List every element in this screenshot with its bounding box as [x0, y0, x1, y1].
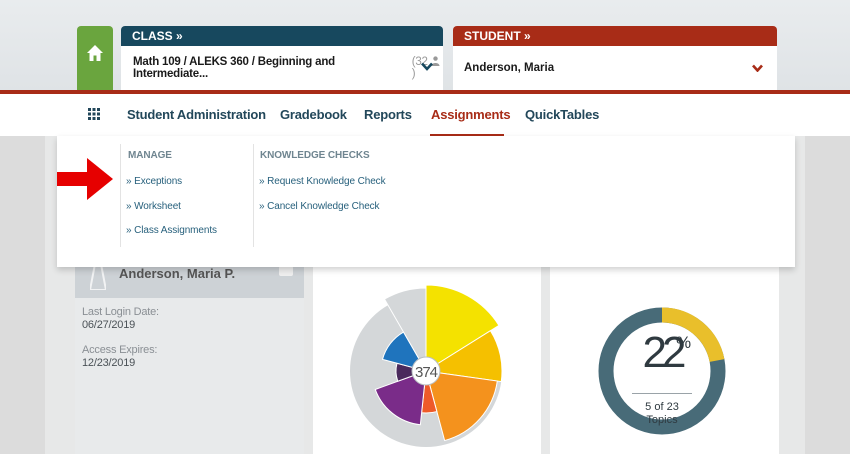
apps-grid-icon[interactable] [88, 108, 100, 120]
nav-assignments[interactable]: Assignments [431, 107, 511, 122]
student-selector[interactable]: STUDENT » Anderson, Maria [453, 26, 777, 90]
home-button[interactable] [77, 26, 113, 90]
pie-wheel-chart[interactable]: 374 [344, 255, 508, 454]
pie-center-value: 374 [415, 364, 438, 381]
main-nav: Student Administration Gradebook Reports… [0, 94, 850, 136]
last-login-label: Last Login Date: [82, 306, 159, 318]
request-knowledge-check-link[interactable]: » Request Knowledge Check [259, 176, 386, 187]
red-arrow-icon [57, 158, 113, 200]
student-tab-title: STUDENT » [453, 26, 777, 46]
exceptions-link[interactable]: » Exceptions [126, 176, 182, 187]
class-tab-title: CLASS » [121, 26, 443, 46]
student-full-name: Anderson, Maria P. [119, 266, 236, 281]
topics-label: Topics [646, 414, 678, 426]
nav-reports[interactable]: Reports [364, 107, 412, 122]
nav-gradebook[interactable]: Gradebook [280, 107, 347, 122]
class-name: Math 109 / ALEKS 360 / Beginning and Int… [133, 56, 335, 80]
card-menu-icon[interactable] [279, 266, 293, 276]
class-selector[interactable]: CLASS » Math 109 / ALEKS 360 / Beginning… [121, 26, 443, 90]
class-assignments-link[interactable]: » Class Assignments [126, 225, 217, 236]
access-expires-label: Access Expires: [82, 344, 158, 356]
menu-divider [120, 144, 121, 247]
topics-divider [632, 393, 692, 394]
home-icon [87, 45, 103, 61]
avatar-icon [90, 264, 106, 290]
knowledge-checks-heading: KNOWLEDGE CHECKS [260, 150, 370, 161]
access-expires-value: 12/23/2019 [82, 357, 136, 369]
nav-quicktables[interactable]: QuickTables [525, 107, 599, 122]
percent-sign: % [676, 333, 692, 352]
menu-divider [253, 144, 254, 247]
last-login-value: 06/27/2019 [82, 319, 136, 331]
manage-heading: MANAGE [128, 150, 172, 161]
chevron-down-icon[interactable] [421, 62, 433, 71]
chevron-down-icon[interactable] [752, 64, 763, 72]
topics-count: 5 of 23 [645, 401, 679, 413]
cancel-knowledge-check-link[interactable]: » Cancel Knowledge Check [259, 201, 380, 212]
nav-student-administration[interactable]: Student Administration [127, 107, 266, 122]
worksheet-link[interactable]: » Worksheet [126, 201, 181, 212]
assignments-dropdown-menu: MANAGE » Exceptions » Worksheet » Class … [57, 136, 795, 267]
student-name: Anderson, Maria [464, 62, 555, 74]
